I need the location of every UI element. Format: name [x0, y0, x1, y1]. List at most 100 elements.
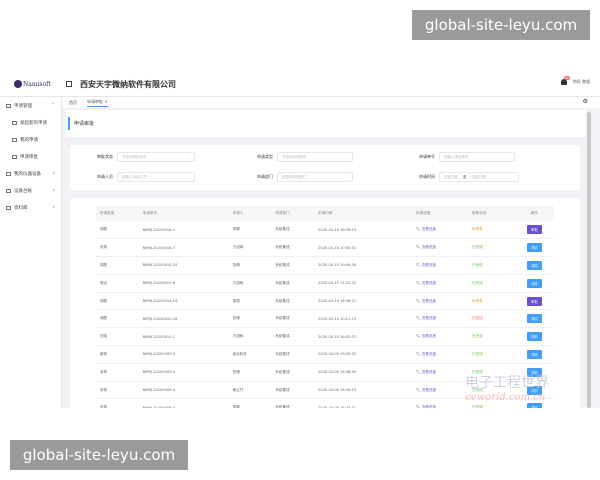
logo-mark-icon	[14, 80, 22, 88]
table-cell: 系统集成	[271, 256, 315, 275]
table-cell: 已完成	[468, 274, 511, 293]
tab-approval[interactable]: 申请审批 ×	[87, 99, 108, 107]
table-cell: 李娜	[228, 221, 272, 240]
view-progress-link[interactable]: 查看进度	[422, 370, 436, 374]
table-cell: 张珊	[228, 363, 272, 382]
view-progress-link[interactable]: 查看进度	[422, 245, 436, 249]
table-cell: 采购	[96, 398, 139, 408]
sidebar-item-icon	[12, 137, 17, 142]
detail-button[interactable]: 详情	[527, 260, 542, 270]
table-cell: 调配	[96, 292, 139, 311]
table-cell: 领用	[96, 327, 139, 347]
table-cell: NMRJ-20200409-3	[138, 345, 229, 364]
table-cell: NMRJ-20200409-3	[138, 398, 229, 408]
sidebar-item[interactable]: 设备台账 v	[0, 182, 61, 199]
view-progress-link[interactable]: 查看进度	[422, 299, 436, 303]
sidebar-item[interactable]: 申请审批	[0, 148, 61, 165]
type-select[interactable]: 请选择申请类型 ⌄	[277, 152, 353, 162]
detail-button[interactable]: 详情	[527, 278, 542, 288]
gear-icon[interactable]: ⚙	[583, 98, 588, 105]
company-name: 西安天宇微纳软件有限公司	[80, 79, 176, 89]
detail-button[interactable]: 详情	[527, 349, 542, 359]
person-input[interactable]: 请输入申请人员	[117, 172, 195, 182]
scrollbar[interactable]	[587, 112, 591, 408]
table-cell: 🔍︎ 查看进度	[412, 292, 469, 311]
sidebar-item-label: 申请管理	[14, 103, 32, 109]
watermark-bottom: global-site-leyu.com	[10, 440, 188, 470]
sidebar-item[interactable]: 我的仪器设备 v	[0, 165, 61, 182]
chevron-icon: ^	[51, 103, 55, 108]
user-greeting[interactable]: 你好 黎超	[573, 79, 590, 85]
table-cell: 2020-04-15 11:22:32	[314, 274, 413, 293]
table-cell: 🔍︎ 查看进度	[412, 238, 469, 258]
detail-button[interactable]: 详情	[527, 403, 542, 408]
sidebar-item[interactable]: 申请管理 ^	[0, 97, 61, 114]
table-cell: 2020-04-15 19:44:34	[314, 256, 413, 275]
table-cell: 系统集成	[271, 238, 315, 258]
sidebar-item-icon	[6, 205, 11, 210]
progress-icon: 🔍︎	[416, 387, 421, 392]
sidebar-item[interactable]: 发起新的申请	[0, 114, 61, 131]
view-progress-link[interactable]: 查看进度	[422, 352, 436, 356]
table-cell: 李娜	[228, 398, 272, 408]
view-progress-link[interactable]: 查看进度	[422, 281, 436, 285]
table-cell: NMRJ-20200409-4	[138, 381, 229, 400]
table-cell: 审批	[510, 221, 554, 240]
person-label: 申请人员	[97, 174, 113, 179]
logo: Namisoft	[0, 80, 62, 88]
table-cell: 详情	[510, 345, 554, 364]
detail-button[interactable]: 详情	[527, 314, 542, 324]
tab-home[interactable]: 首页	[69, 100, 77, 106]
sidebar-item[interactable]: 资料库 v	[0, 199, 61, 216]
status-text: 已完成	[472, 280, 483, 285]
sidebar-item-label: 我的仪器设备	[14, 171, 41, 177]
menu-toggle-icon[interactable]	[66, 81, 72, 87]
table-cell: 系统集成	[271, 381, 315, 400]
watermark-top: global-site-leyu.com	[412, 10, 590, 40]
progress-icon: 🔍︎	[416, 245, 421, 250]
table-cell: NMRJ-20200415-6	[138, 274, 229, 293]
table-cell: 详情	[510, 238, 554, 258]
sidebar-item[interactable]: 我的申请	[0, 131, 61, 148]
table-cell: 详情	[510, 274, 554, 293]
table-cell: 🔍︎ 查看进度	[412, 221, 469, 240]
table-cell: 🔍︎ 查看进度	[412, 363, 469, 382]
approve-button[interactable]: 审批	[527, 225, 542, 235]
bell-icon[interactable]: 99	[560, 76, 570, 85]
table-cell: 采购	[96, 238, 139, 258]
table-row: 借出 NMRJ-20200415-6 方旭辉 系统集成 2020-04-15 11:22…	[96, 274, 554, 293]
date-range-picker[interactable]: 开始日期至结束日期	[439, 172, 519, 182]
detail-button[interactable]: 详情	[527, 332, 542, 342]
chevron-icon: v	[52, 188, 55, 193]
progress-icon: 🔍︎	[416, 405, 421, 408]
view-progress-link[interactable]: 查看进度	[422, 227, 436, 231]
view-progress-link[interactable]: 查看进度	[422, 405, 436, 408]
table-cell: NMRJ-20200416-1	[138, 221, 229, 240]
table-cell: NMRJ-20200416-7	[138, 238, 229, 258]
table-row: 领用 NMRJ-20200410-1 方旭辉 系统集成 2020-04-10 16:02…	[96, 327, 554, 347]
table-cell: 详情	[510, 256, 554, 275]
view-progress-link[interactable]: 查看进度	[422, 388, 436, 392]
table-cell: 系统集成	[271, 292, 315, 311]
sidebar: 申请管理 ^ 发起新的申请 我的申请 申请审批 我的仪器设备 v 设备台账 v 资料库 v	[0, 97, 62, 408]
eeworld-watermark-logo: 电子工程世界 eeworld.com.cn	[465, 375, 549, 403]
sidebar-item-label: 申请审批	[20, 154, 38, 160]
table-cell: 🔍︎ 查看进度	[412, 309, 469, 329]
view-progress-link[interactable]: 查看进度	[422, 263, 436, 267]
table-cell: 黄云开	[228, 381, 272, 400]
table-row: 调配 NMRJ-20200414-19 黎超 系统集成 2020-04-14 16:38…	[96, 292, 554, 311]
detail-button[interactable]: 详情	[527, 243, 542, 253]
dept-select[interactable]: 请选择申请部门 ⌄	[277, 172, 353, 182]
view-progress-link[interactable]: 查看进度	[422, 316, 436, 320]
sidebar-item-icon	[6, 188, 11, 193]
table-cell: NMRJ-20200414-19	[138, 292, 229, 311]
view-progress-link[interactable]: 查看进度	[422, 334, 436, 338]
table-cell: 🔍︎ 查看进度	[412, 345, 469, 364]
no-input[interactable]: 请输入申请单号	[439, 152, 515, 162]
status-select[interactable]: 请选择审批状态 ⌄	[117, 152, 195, 162]
table-cell: 方旭辉	[228, 327, 272, 347]
approve-button[interactable]: 审批	[527, 296, 542, 306]
table-cell: 已完成	[468, 345, 511, 364]
status-text: 已完成	[472, 262, 483, 267]
table-cell: 2020-04-09 19:30:32	[314, 345, 413, 364]
